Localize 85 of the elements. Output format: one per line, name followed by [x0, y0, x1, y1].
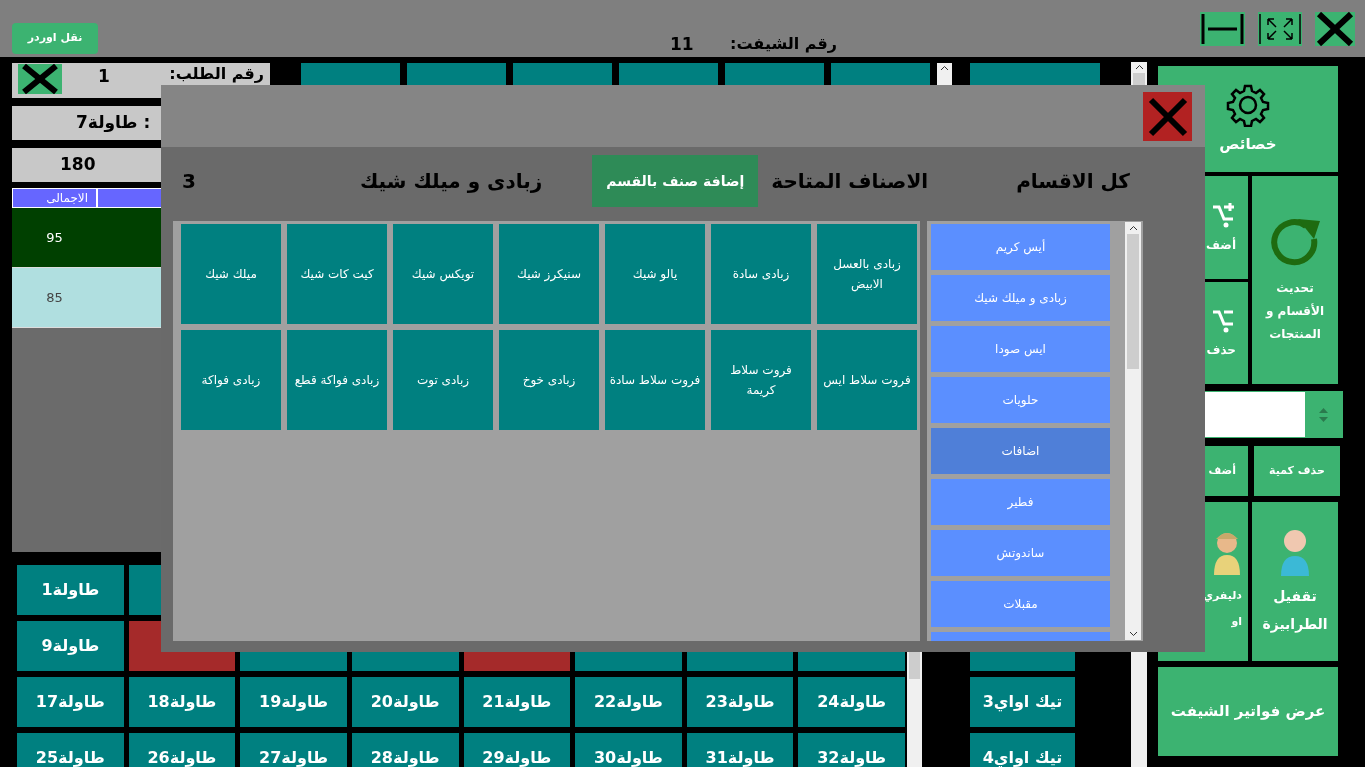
category-name: زبادى و ميلك شيك — [360, 168, 543, 195]
table-button[interactable]: طاولة32 — [798, 733, 905, 767]
item-button[interactable]: يالو شيك — [605, 224, 705, 324]
category-item[interactable]: حلويات — [931, 377, 1110, 423]
item-button[interactable]: فروت سلاط سادة — [605, 330, 705, 430]
table-button[interactable]: طاولة30 — [575, 733, 682, 767]
scroll-up-icon[interactable] — [940, 65, 949, 71]
category-item[interactable]: ساندوتش — [931, 530, 1110, 576]
table-button[interactable]: طاولة18 — [128, 677, 236, 727]
table-button[interactable]: طاولة9 — [17, 621, 124, 671]
item-button[interactable]: سنيكرز شيك — [499, 224, 599, 324]
item-button[interactable]: زبادى سادة — [711, 224, 811, 324]
order-number: 1 — [98, 65, 110, 88]
add-item-button[interactable]: إضافة صنف بالقسم — [592, 155, 759, 207]
delete-icon[interactable] — [18, 64, 62, 94]
item-count: 3 — [182, 168, 196, 195]
category-item[interactable]: فطير — [931, 479, 1110, 525]
table-label: : — [143, 111, 151, 135]
delete-quantity-button[interactable]: حذف كمية — [1254, 446, 1340, 496]
table-button[interactable]: طاولة29 — [463, 733, 571, 767]
cart-icon — [1210, 201, 1236, 228]
item-button[interactable]: ميلك شيك — [181, 224, 281, 324]
item-button[interactable]: زبادى خوخ — [499, 330, 599, 430]
item-button[interactable]: فروت سلاط كريمة — [711, 330, 811, 430]
category-item[interactable]: مقبلات — [931, 581, 1110, 627]
settings-icon — [1226, 82, 1270, 127]
table-button[interactable]: طاولة20 — [351, 677, 459, 727]
down-arrow-icon[interactable] — [1319, 416, 1328, 422]
shift-number: 11 — [670, 33, 694, 56]
scroll-thumb[interactable] — [1127, 234, 1139, 369]
settings-label: خصائص — [1219, 133, 1277, 155]
takeaway-button[interactable]: تيك اواي4 — [970, 733, 1075, 767]
table-button[interactable]: طاولة19 — [240, 677, 347, 727]
item-button[interactable]: زبادى فواكة — [181, 330, 281, 430]
minimize-icon[interactable] — [1200, 12, 1245, 46]
item-button[interactable]: كيت كات شيك — [287, 224, 387, 324]
delivery-label: دليفري او — [1201, 587, 1242, 630]
order-number-label: رقم الطلب: — [169, 64, 264, 84]
item-button[interactable]: زبادى بالعسل الابيض — [817, 224, 917, 324]
takeaway-button[interactable]: تيك اواي3 — [970, 677, 1075, 727]
table-button[interactable]: طاولة24 — [798, 677, 905, 727]
order-total: 180 — [60, 153, 96, 177]
item-button[interactable]: زبادى توت — [393, 330, 493, 430]
item-button[interactable]: فروت سلاط ايس — [817, 330, 917, 430]
items-title: الاصناف المتاحة — [771, 168, 929, 195]
close-button[interactable] — [1143, 92, 1192, 141]
category-item[interactable]: زبادى و ميلك شيك — [931, 275, 1110, 321]
table-button[interactable]: طاولة26 — [128, 733, 236, 767]
close-table-label: تقفيل الطرابيزة — [1261, 586, 1329, 635]
scroll-up-icon[interactable] — [1134, 64, 1144, 70]
maximize-icon[interactable] — [1258, 12, 1302, 46]
up-arrow-icon[interactable] — [1319, 407, 1328, 413]
add-label: أضف — [1206, 236, 1236, 254]
table-button[interactable]: طاولة22 — [575, 677, 682, 727]
table-button[interactable]: طاولة25 — [17, 733, 124, 767]
category-item[interactable]: ايس صودا — [931, 326, 1110, 372]
table-cell-text: 95 — [45, 228, 64, 247]
scroll-up-icon[interactable] — [1128, 225, 1138, 231]
close-icon — [1147, 96, 1188, 137]
scrollbar[interactable] — [1125, 222, 1141, 640]
scroll-down-icon[interactable] — [1128, 631, 1138, 637]
table-button[interactable]: طاولة21 — [463, 677, 571, 727]
item-button[interactable]: تويكس شيك — [393, 224, 493, 324]
category-item[interactable]: اضافات — [931, 428, 1110, 474]
table-button[interactable]: طاولة17 — [17, 677, 124, 727]
table-button[interactable]: طاولة1 — [17, 565, 124, 615]
column-header: الاجمالى — [12, 188, 97, 208]
table-button[interactable]: طاولة23 — [686, 677, 794, 727]
refresh-button[interactable]: تحديث الأقسام و المنتجات — [1252, 176, 1338, 384]
spinner[interactable] — [1305, 392, 1342, 437]
table-button[interactable]: طاولة31 — [686, 733, 794, 767]
close-table-button[interactable]: تقفيل الطرابيزة — [1252, 502, 1338, 661]
table-button[interactable]: طاولة28 — [351, 733, 459, 767]
shift-invoices-button[interactable]: عرض فواتير الشيفت — [1158, 667, 1338, 756]
table-button[interactable]: طاولة27 — [240, 733, 347, 767]
close-icon[interactable] — [1315, 12, 1355, 46]
item-button[interactable]: زبادى فواكة قطع — [287, 330, 387, 430]
shift-label: رقم الشيفت: — [729, 33, 837, 55]
table-name: طاولة7 — [76, 111, 138, 135]
transfer-order-button[interactable]: نقل اوردر — [12, 23, 98, 54]
refresh-label: تحديث الأقسام و المنتجات — [1264, 279, 1326, 343]
categories-title: كل الاقسام — [1016, 168, 1130, 195]
table-cell-text: 85 — [45, 288, 64, 307]
category-item[interactable]: أيس كريم — [931, 224, 1110, 270]
delete-label: حذف — [1206, 342, 1236, 359]
